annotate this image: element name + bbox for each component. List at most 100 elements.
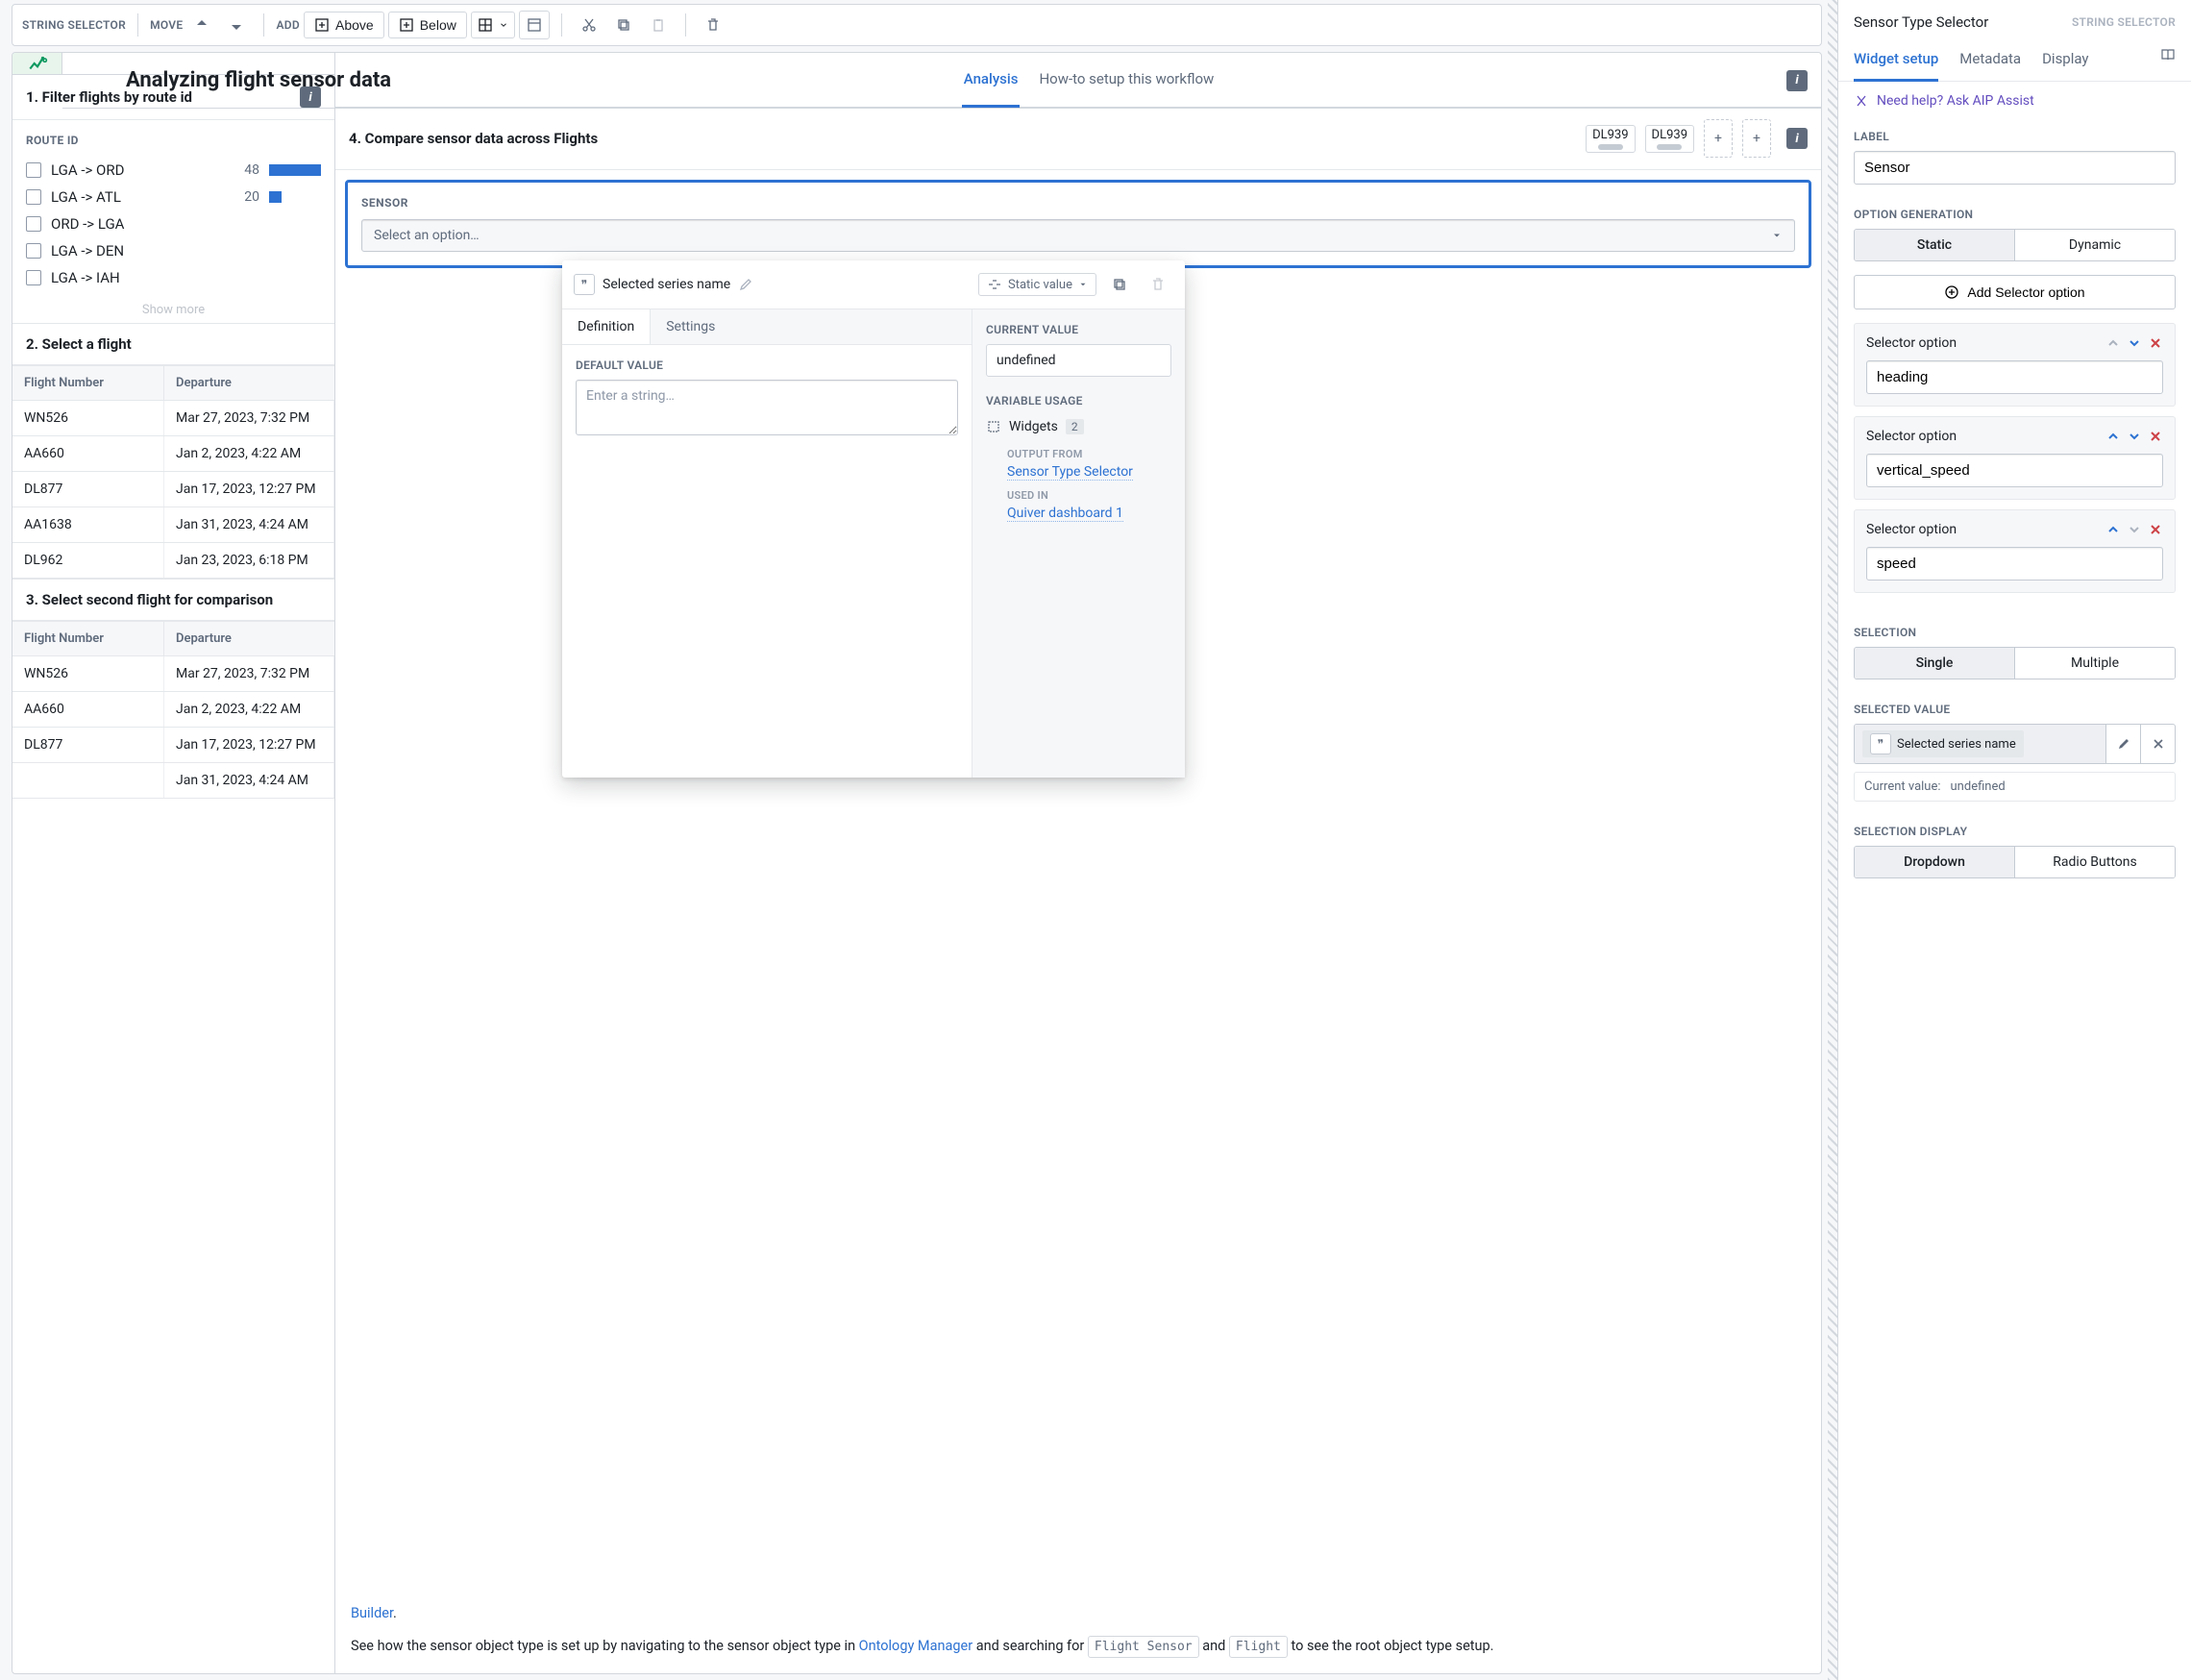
table-row[interactable]: Jan 31, 2023, 4:24 AM bbox=[12, 763, 334, 799]
ontology-manager-link[interactable]: Ontology Manager bbox=[859, 1638, 972, 1654]
add-above-button[interactable]: Above bbox=[304, 12, 384, 38]
table-row[interactable]: WN526Mar 27, 2023, 7:32 PM bbox=[12, 656, 334, 692]
selection-mode-toggle: Single Multiple bbox=[1854, 647, 2176, 679]
move-label: MOVE bbox=[150, 18, 183, 32]
table-row[interactable]: AA1638Jan 31, 2023, 4:24 AM bbox=[12, 507, 334, 543]
move-down-icon[interactable] bbox=[2127, 335, 2142, 351]
seg-radio[interactable]: Radio Buttons bbox=[2014, 847, 2175, 877]
table-row[interactable]: DL877Jan 17, 2023, 12:27 PM bbox=[12, 728, 334, 763]
chart-icon bbox=[12, 53, 62, 74]
show-more-link[interactable]: Show more bbox=[12, 297, 334, 323]
move-up-icon[interactable] bbox=[2105, 429, 2121, 444]
seg-dropdown[interactable]: Dropdown bbox=[1855, 847, 2014, 877]
used-in-link[interactable]: Quiver dashboard 1 bbox=[1007, 506, 1123, 522]
sensor-selector-card: SENSOR Select an option… bbox=[345, 180, 1811, 268]
option-value-input[interactable] bbox=[1866, 547, 2163, 581]
edit-selected-value-button[interactable] bbox=[2105, 725, 2140, 763]
add-chip-button[interactable]: + bbox=[1704, 119, 1733, 158]
seg-single[interactable]: Single bbox=[1855, 648, 2014, 679]
output-from-label: OUTPUT FROM bbox=[1007, 448, 1171, 460]
table-row[interactable]: AA660Jan 2, 2023, 4:22 AM bbox=[12, 436, 334, 472]
tab-display[interactable]: Display bbox=[2042, 40, 2088, 82]
remove-icon[interactable] bbox=[2148, 335, 2163, 351]
edit-icon[interactable] bbox=[738, 277, 753, 292]
layout-split-button[interactable] bbox=[471, 12, 515, 38]
table-row[interactable]: WN526Mar 27, 2023, 7:32 PM bbox=[12, 401, 334, 436]
add-selector-option-button[interactable]: Add Selector option bbox=[1854, 275, 2176, 309]
move-up-icon[interactable] bbox=[2105, 522, 2121, 537]
checkbox[interactable] bbox=[26, 270, 41, 285]
default-value-label: DEFAULT VALUE bbox=[576, 358, 958, 372]
aip-assist-link[interactable]: Need help? Ask AIP Assist bbox=[1838, 82, 2191, 120]
top-toolbar: STRING SELECTOR MOVE ADD Above Below bbox=[12, 4, 1822, 46]
label-input[interactable] bbox=[1854, 151, 2176, 185]
seg-static[interactable]: Static bbox=[1855, 230, 2014, 260]
info-icon[interactable]: i bbox=[1786, 128, 1808, 149]
selector-option-card: Selector option bbox=[1854, 509, 2176, 593]
usage-widgets-row[interactable]: Widgets 2 bbox=[986, 415, 1171, 438]
tab-howto[interactable]: How-to setup this workflow bbox=[1037, 53, 1216, 108]
flight-chip[interactable]: DL939 bbox=[1586, 125, 1635, 153]
move-down-icon[interactable] bbox=[2127, 429, 2142, 444]
tab-metadata[interactable]: Metadata bbox=[1959, 40, 2021, 82]
table-row[interactable]: DL877Jan 17, 2023, 12:27 PM bbox=[12, 472, 334, 507]
move-up-icon bbox=[2105, 335, 2121, 351]
move-down-button[interactable] bbox=[221, 11, 252, 39]
builder-link[interactable]: Builder bbox=[351, 1605, 393, 1621]
route-row[interactable]: LGA -> ATL20 bbox=[26, 184, 321, 210]
flight-chip[interactable]: DL939 bbox=[1645, 125, 1694, 153]
route-row[interactable]: LGA -> DEN bbox=[26, 237, 321, 264]
option-value-input[interactable] bbox=[1866, 454, 2163, 487]
delete-button[interactable] bbox=[698, 11, 728, 39]
cut-button[interactable] bbox=[574, 11, 604, 39]
table-row[interactable]: DL962Jan 23, 2023, 6:18 PM bbox=[12, 543, 334, 579]
checkbox[interactable] bbox=[26, 162, 41, 178]
selection-display-toggle: Dropdown Radio Buttons bbox=[1854, 846, 2176, 878]
tab-analysis[interactable]: Analysis bbox=[962, 53, 1021, 108]
delete-button[interactable] bbox=[1143, 270, 1173, 299]
rp-title: Sensor Type Selector bbox=[1854, 13, 1988, 31]
option-generation-label: OPTION GENERATION bbox=[1854, 208, 2176, 221]
remove-icon[interactable] bbox=[2148, 429, 2163, 444]
section-2-header: 2. Select a flight bbox=[12, 323, 334, 365]
variable-popup: ❞ Selected series name Static value bbox=[562, 260, 1185, 778]
route-id-label: ROUTE ID bbox=[26, 134, 321, 147]
clear-selected-value-button[interactable] bbox=[2140, 725, 2175, 763]
selector-option-card: Selector option bbox=[1854, 323, 2176, 407]
route-row[interactable]: LGA -> ORD48 bbox=[26, 157, 321, 184]
info-icon[interactable]: i bbox=[1786, 70, 1808, 91]
code-chip: Flight Sensor bbox=[1088, 1636, 1199, 1659]
variable-usage-label: VARIABLE USAGE bbox=[986, 394, 1171, 408]
option-value-input[interactable] bbox=[1866, 360, 2163, 394]
checkbox[interactable] bbox=[26, 243, 41, 259]
output-from-link[interactable]: Sensor Type Selector bbox=[1007, 464, 1133, 481]
popup-tab-settings[interactable]: Settings bbox=[651, 309, 730, 344]
duplicate-button[interactable] bbox=[1104, 270, 1135, 299]
checkbox[interactable] bbox=[26, 216, 41, 232]
paste-button[interactable] bbox=[643, 11, 674, 39]
section-4-header: 4. Compare sensor data across Flights DL… bbox=[335, 108, 1821, 170]
seg-multiple[interactable]: Multiple bbox=[2014, 648, 2175, 679]
layout-single-button[interactable] bbox=[519, 11, 550, 39]
remove-icon[interactable] bbox=[2148, 522, 2163, 537]
move-up-button[interactable] bbox=[186, 11, 217, 39]
string-icon: ❞ bbox=[1870, 733, 1891, 754]
seg-dynamic[interactable]: Dynamic bbox=[2014, 230, 2175, 260]
static-value-dropdown[interactable]: Static value bbox=[978, 273, 1096, 296]
default-value-input[interactable] bbox=[576, 380, 958, 435]
add-below-button[interactable]: Below bbox=[388, 12, 467, 38]
current-value: undefined bbox=[986, 344, 1171, 377]
table-header: Flight Number Departure bbox=[12, 621, 334, 656]
tab-widget-setup[interactable]: Widget setup bbox=[1854, 40, 1938, 82]
sensor-select[interactable]: Select an option… bbox=[361, 219, 1795, 252]
table-row[interactable]: AA660Jan 2, 2023, 4:22 AM bbox=[12, 692, 334, 728]
copy-button[interactable] bbox=[608, 11, 639, 39]
add-chip-button[interactable]: + bbox=[1742, 119, 1771, 158]
string-icon: ❞ bbox=[574, 274, 595, 295]
route-row[interactable]: LGA -> IAH bbox=[26, 264, 321, 291]
popup-tab-definition[interactable]: Definition bbox=[562, 309, 651, 344]
docs-icon[interactable] bbox=[2160, 47, 2176, 74]
checkbox[interactable] bbox=[26, 189, 41, 205]
route-row[interactable]: ORD -> LGA bbox=[26, 210, 321, 237]
add-label: ADD bbox=[276, 18, 300, 32]
